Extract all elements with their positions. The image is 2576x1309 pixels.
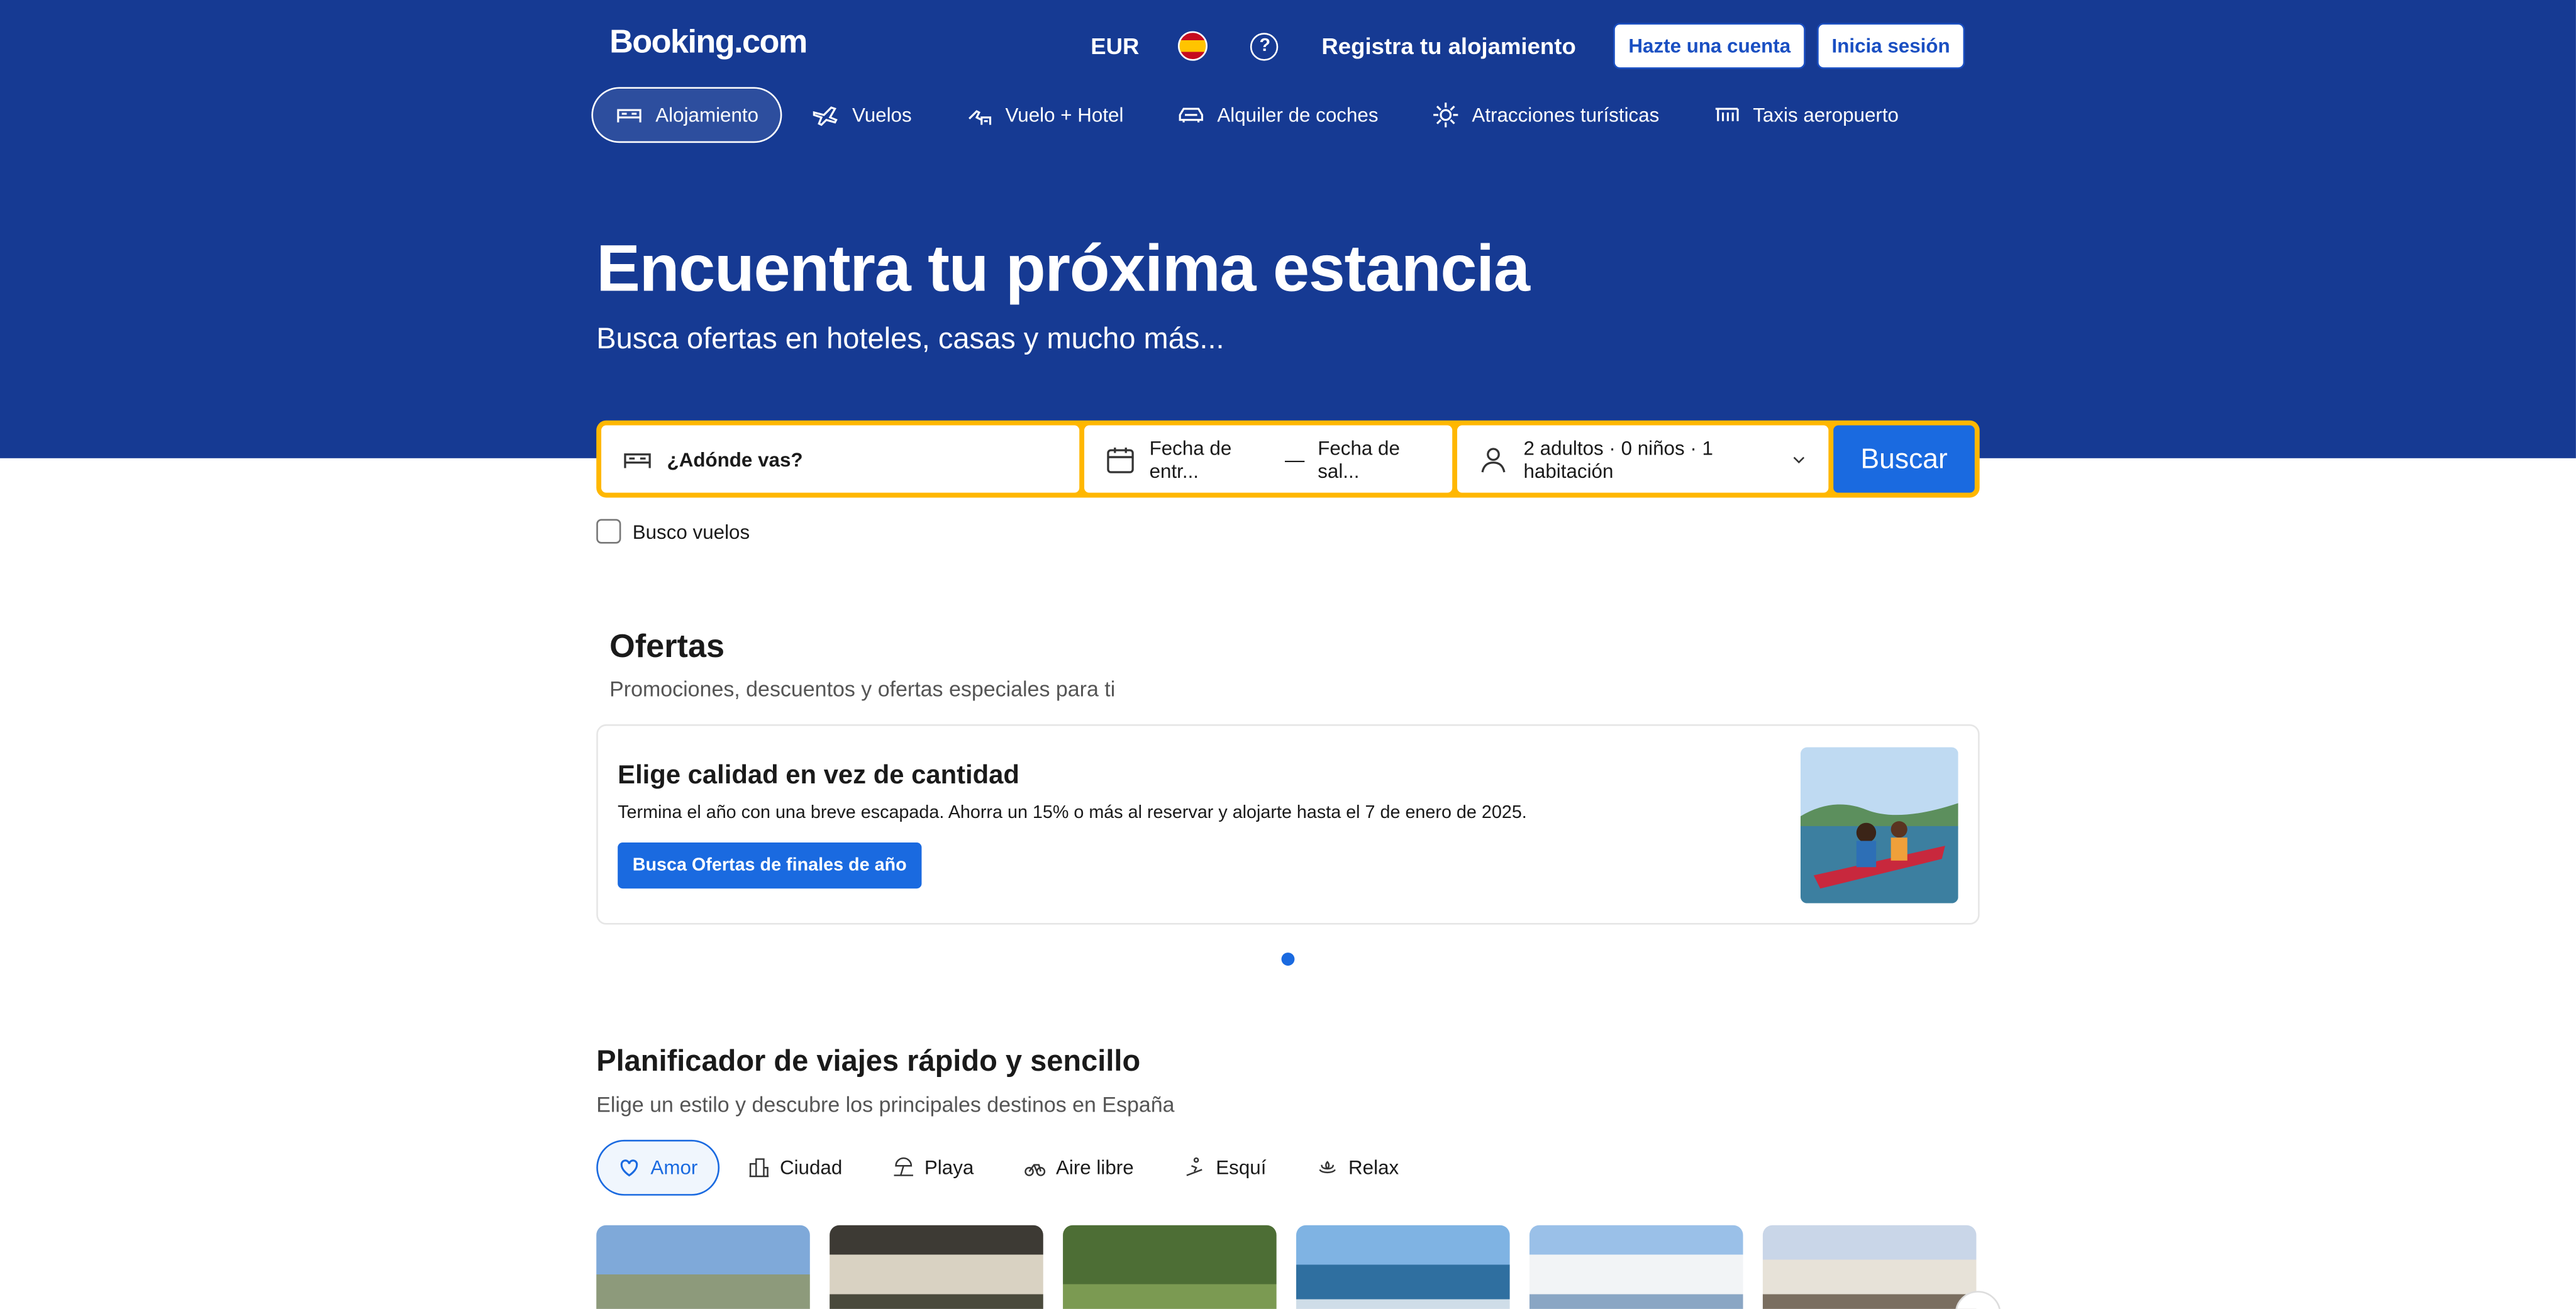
search-bar: ¿Adónde vas? Fecha de entr... — Fecha de…: [596, 420, 1980, 498]
destination-thumb-sea[interactable]: [1296, 1225, 1510, 1309]
nav-item-flight-hotel[interactable]: Vuelo + Hotel: [941, 87, 1146, 143]
chip-ciudad[interactable]: Ciudad: [726, 1140, 864, 1196]
bed-icon: [624, 452, 651, 468]
search-button[interactable]: Buscar: [1833, 425, 1975, 493]
checkout-field[interactable]: Fecha de sal...: [1318, 436, 1433, 482]
guests-selector[interactable]: 2 adultos · 0 niños · 1 habitación: [1458, 425, 1829, 493]
chevron-down-icon: [1793, 456, 1805, 463]
offer-card: Elige calidad en vez de cantidad Termina…: [596, 724, 1980, 925]
register-property-link[interactable]: Registra tu alojamiento: [1321, 33, 1575, 59]
offers-title: Ofertas: [609, 629, 725, 665]
header: Booking.com EUR ? Registra tu alojamient…: [0, 0, 2576, 458]
chip-amor[interactable]: Amor: [596, 1139, 719, 1196]
guests-summary: 2 adultos · 0 niños · 1 habitación: [1523, 436, 1713, 482]
city-icon: [748, 1158, 769, 1178]
chip-label: Esquí: [1216, 1156, 1267, 1179]
destination-thumb-trees[interactable]: [1063, 1225, 1277, 1309]
nav-label: Atracciones turísticas: [1472, 103, 1660, 127]
person-icon: [1482, 447, 1506, 472]
plane-icon: [813, 106, 837, 126]
taxi-icon: [1715, 108, 1739, 121]
nav-item-attractions[interactable]: Atracciones turísticas: [1408, 87, 1682, 143]
ski-icon: [1186, 1157, 1202, 1176]
create-account-button[interactable]: Hazte una cuenta: [1613, 23, 1806, 69]
nav-item-airport-taxis[interactable]: Taxis aeropuerto: [1689, 87, 1921, 143]
chip-relax[interactable]: Relax: [1294, 1140, 1420, 1196]
nav-label: Alojamiento: [655, 103, 759, 127]
destination-placeholder: ¿Adónde vas?: [667, 447, 803, 471]
booking-logo[interactable]: Booking.com: [609, 25, 808, 62]
car-icon: [1179, 108, 1203, 123]
offer-card-text: Termina el año con una breve escapada. A…: [618, 803, 1527, 823]
product-nav: Alojamiento Vuelos Vuelo + Hotel Alquile…: [591, 87, 1921, 143]
hero-title: Encuentra tu próxima estancia: [596, 233, 1530, 306]
calendar-icon: [1106, 446, 1133, 473]
heart-icon: [620, 1159, 638, 1177]
chip-label: Amor: [650, 1156, 698, 1179]
beach-icon: [893, 1157, 913, 1176]
nav-item-accommodation[interactable]: Alojamiento: [591, 87, 782, 143]
bed-icon: [617, 109, 641, 123]
nav-label: Vuelo + Hotel: [1005, 103, 1124, 127]
bike-icon: [1024, 1164, 1045, 1176]
year-end-deals-button[interactable]: Busca Ofertas de finales de año: [618, 842, 922, 889]
sign-in-button[interactable]: Inicia sesión: [1817, 23, 1965, 69]
offer-card-title: Elige calidad en vez de cantidad: [618, 762, 1019, 790]
offer-image-kayak[interactable]: [1800, 747, 1958, 903]
flight-hotel-icon: [968, 110, 991, 125]
carousel-dot[interactable]: [1281, 953, 1295, 966]
attractions-icon: [1433, 102, 1458, 128]
chip-esqui[interactable]: Esquí: [1162, 1140, 1287, 1196]
flights-checkbox-label: Busco vuelos: [632, 519, 750, 543]
trip-style-chips: Amor Ciudad Playa Aire libre Esquí Relax: [596, 1139, 1420, 1196]
header-actions: EUR ? Registra tu alojamiento Hazte una …: [1091, 23, 1965, 69]
nav-label: Alquiler de coches: [1217, 103, 1379, 127]
chip-label: Playa: [924, 1156, 974, 1179]
destination-input[interactable]: ¿Adónde vas?: [601, 425, 1079, 493]
date-picker[interactable]: Fecha de entr... — Fecha de sal...: [1084, 425, 1453, 493]
planner-subtitle: Elige un estilo y descubre los principal…: [596, 1092, 1175, 1117]
offers-subtitle: Promociones, descuentos y ofertas especi…: [609, 677, 1116, 702]
destination-thumb-town[interactable]: [1762, 1225, 1977, 1309]
nav-item-car-rental[interactable]: Alquiler de coches: [1153, 87, 1401, 143]
flights-checkbox[interactable]: [596, 519, 621, 544]
nav-label: Taxis aeropuerto: [1753, 103, 1899, 127]
destination-thumb-bell-tower[interactable]: [830, 1225, 1043, 1309]
hero-subtitle: Busca ofertas en hoteles, casas y mucho …: [596, 321, 1224, 355]
chip-label: Ciudad: [779, 1156, 843, 1179]
destination-thumbnails: [596, 1225, 1977, 1309]
date-separator: —: [1284, 447, 1305, 471]
planner-title: Planificador de viajes rápido y sencillo: [596, 1044, 1141, 1078]
destination-thumb-clouds[interactable]: [1529, 1225, 1743, 1309]
nav-item-flights[interactable]: Vuelos: [788, 87, 935, 143]
destination-thumb-mountains[interactable]: [596, 1225, 810, 1309]
help-icon[interactable]: ?: [1251, 31, 1279, 60]
chip-label: Relax: [1348, 1156, 1399, 1179]
currency-button[interactable]: EUR: [1091, 33, 1139, 59]
chip-label: Aire libre: [1055, 1156, 1134, 1179]
spain-flag-icon[interactable]: [1179, 31, 1209, 61]
chip-playa[interactable]: Playa: [870, 1140, 996, 1196]
checkin-field[interactable]: Fecha de entr...: [1150, 436, 1272, 482]
flights-checkbox-row[interactable]: Busco vuelos: [596, 519, 750, 544]
relax-icon: [1318, 1161, 1336, 1174]
chip-aire-libre[interactable]: Aire libre: [1002, 1140, 1155, 1196]
nav-label: Vuelos: [852, 103, 912, 127]
